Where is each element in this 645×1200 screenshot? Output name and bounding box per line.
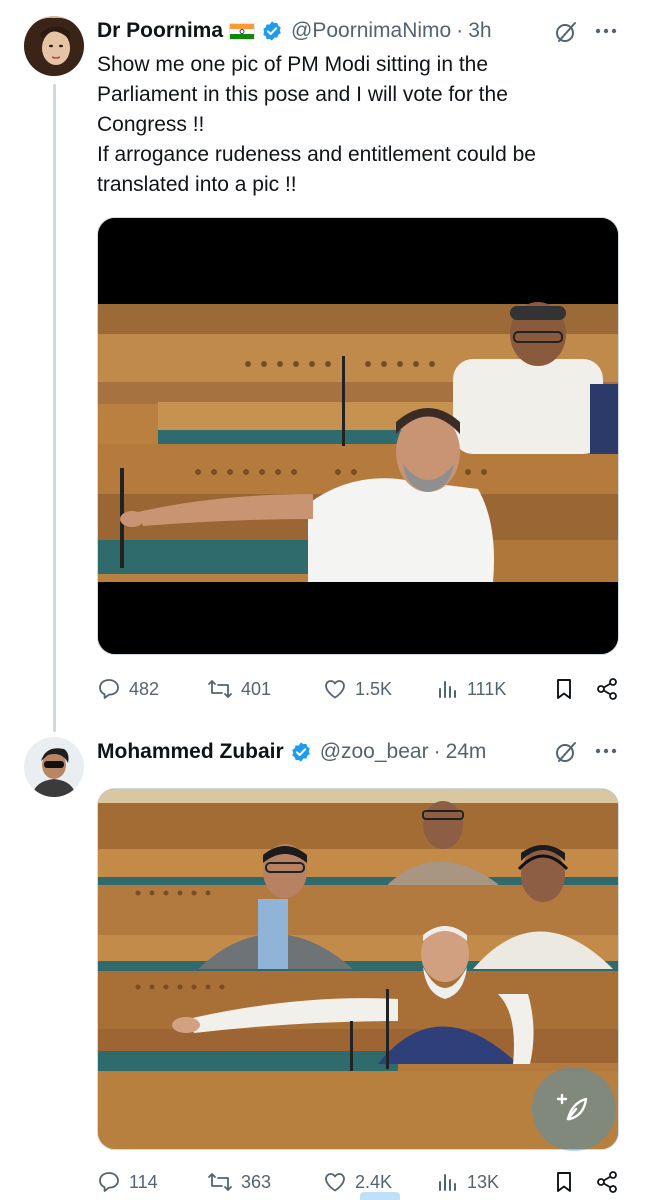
flag-india-icon <box>229 22 256 40</box>
timestamp[interactable]: 24m <box>446 740 487 764</box>
share-button[interactable] <box>595 1170 619 1194</box>
compose-icon <box>556 1093 588 1121</box>
display-name[interactable]: Mohammed Zubair <box>97 740 284 764</box>
user-handle[interactable]: @zoo_bear <box>320 740 429 764</box>
share-button[interactable] <box>595 677 619 701</box>
grok-icon[interactable] <box>554 740 578 764</box>
repost-icon <box>208 680 232 698</box>
views-button[interactable]: 111K <box>437 677 553 701</box>
reply-button[interactable]: 482 <box>97 677 207 701</box>
reply-icon <box>99 1172 119 1192</box>
separator-dot: · <box>456 19 464 42</box>
verified-badge-icon[interactable] <box>290 741 312 763</box>
like-icon <box>325 1173 345 1192</box>
repost-count: 401 <box>241 678 272 699</box>
compose-post-button[interactable] <box>532 1067 616 1151</box>
tweet-header: Mohammed Zubair @zoo_bear · 24m <box>97 737 486 767</box>
bookmark-button[interactable] <box>553 1170 595 1194</box>
tweet-text-line: If arrogance rudeness and entitlement co… <box>97 143 536 166</box>
tweet-text: Show me one pic of PM Modi sitting in th… <box>97 50 617 200</box>
tweet-media-image[interactable] <box>97 217 619 655</box>
share-icon <box>597 1171 617 1193</box>
repost-count: 363 <box>241 1171 272 1192</box>
more-icon[interactable] <box>594 746 618 756</box>
view-count: 13K <box>467 1171 500 1192</box>
verified-badge-icon[interactable] <box>261 20 283 42</box>
tweet-text-line: Show me one pic of PM Modi sitting in th… <box>97 53 489 76</box>
thread-connector-line <box>53 84 56 732</box>
share-icon <box>597 678 617 700</box>
like-button[interactable]: 2.4K <box>323 1170 437 1194</box>
views-icon <box>439 1174 456 1191</box>
like-count: 1.5K <box>355 678 393 699</box>
tweet-text-line: Congress !! <box>97 113 205 136</box>
repost-button[interactable]: 401 <box>207 677 323 701</box>
like-icon <box>325 680 345 699</box>
scroll-indicator <box>360 1192 400 1200</box>
display-name[interactable]: Dr Poornima <box>97 19 223 43</box>
reply-button[interactable]: 114 <box>97 1170 207 1194</box>
views-button[interactable]: 13K <box>437 1170 553 1194</box>
repost-icon <box>208 1173 232 1191</box>
like-count: 2.4K <box>355 1171 393 1192</box>
views-icon <box>439 681 456 698</box>
avatar-mohammed-zubair[interactable] <box>24 737 84 797</box>
user-handle[interactable]: @PoornimaNimo <box>291 19 451 43</box>
tweet-text-line: Parliament in this pose and I will vote … <box>97 83 508 106</box>
tweet-text-line: translated into a pic !! <box>97 173 297 196</box>
timestamp[interactable]: 3h <box>468 19 491 43</box>
view-count: 111K <box>467 678 507 699</box>
avatar-dr-poornima[interactable] <box>24 16 84 76</box>
grok-icon[interactable] <box>554 20 578 44</box>
reply-count: 482 <box>129 678 160 699</box>
bookmark-button[interactable] <box>553 677 595 701</box>
reply-count: 114 <box>129 1171 158 1192</box>
repost-button[interactable]: 363 <box>207 1170 323 1194</box>
like-button[interactable]: 1.5K <box>323 677 437 701</box>
tweet-actions: 482 401 1.5K 111K <box>97 674 619 704</box>
more-icon[interactable] <box>594 26 618 36</box>
tweet-actions: 114 363 2.4K 13K <box>97 1167 619 1197</box>
bookmark-icon <box>557 1172 571 1192</box>
tweet-header: Dr Poornima @PoornimaNimo · 3h <box>97 16 492 46</box>
bookmark-icon <box>557 679 571 699</box>
reply-icon <box>99 679 119 699</box>
separator-dot: · <box>433 740 441 763</box>
